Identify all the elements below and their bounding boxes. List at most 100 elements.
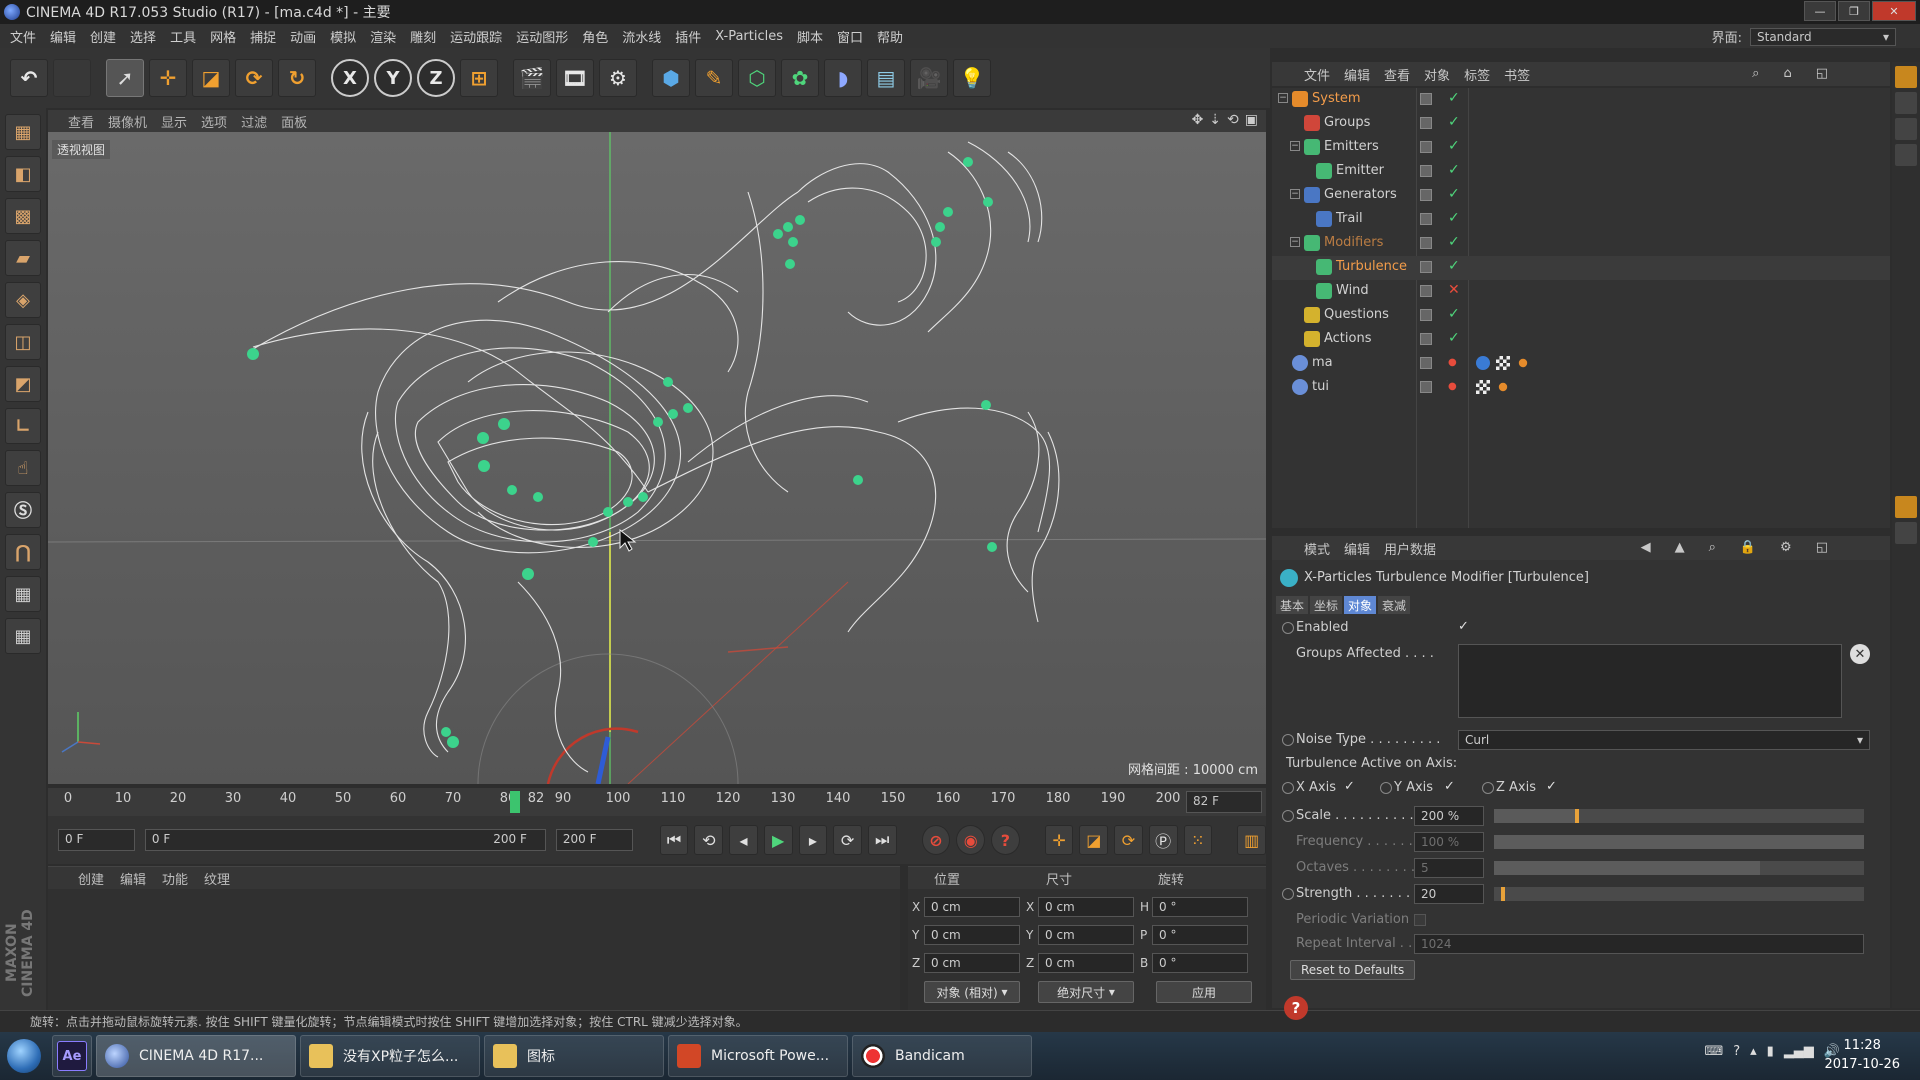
collapse-toggle[interactable]: −: [1290, 189, 1300, 199]
go-to-start-button[interactable]: ⏮: [659, 825, 689, 855]
perspective-viewport[interactable]: 透视视图 网格间距 : 10000 cm: [48, 132, 1266, 784]
toggle-views-icon[interactable]: ▣: [1245, 112, 1258, 128]
deformer-button[interactable]: ◗: [824, 59, 862, 97]
visibility-dot-icon[interactable]: ●: [1448, 357, 1457, 368]
model-mode-button[interactable]: ◧: [5, 156, 41, 192]
cloner-button[interactable]: ✿: [781, 59, 819, 97]
menu-render[interactable]: 渲染: [370, 27, 396, 46]
key-parameter-button[interactable]: Ⓟ: [1148, 825, 1178, 855]
enabled-checkbox[interactable]: ✓: [1458, 619, 1469, 634]
object-row-tui[interactable]: tui ●: [1272, 376, 1890, 400]
attributes-tab[interactable]: [1895, 496, 1917, 518]
am-settings-icon[interactable]: ⚙: [1780, 540, 1792, 555]
enabled-check-icon[interactable]: ✓: [1448, 258, 1460, 274]
tab-falloff[interactable]: 衰减: [1378, 596, 1411, 614]
up-arrow-icon[interactable]: ▲: [1675, 540, 1685, 555]
end-frame-field[interactable]: 200 F: [555, 829, 633, 851]
collapse-toggle[interactable]: −: [1290, 141, 1300, 151]
material-menu-edit[interactable]: 编辑: [120, 869, 146, 888]
enabled-check-icon[interactable]: ✓: [1448, 90, 1460, 106]
layer-box[interactable]: [1420, 237, 1432, 249]
keyboard-icon[interactable]: ⌨: [1704, 1044, 1723, 1059]
autokey-button[interactable]: ◉: [956, 825, 986, 855]
zoom-view-icon[interactable]: ⇣: [1209, 112, 1221, 128]
material-menu-create[interactable]: 创建: [78, 869, 104, 888]
om-menu-tags[interactable]: 标签: [1464, 65, 1490, 84]
am-menu-mode[interactable]: 模式: [1304, 539, 1330, 558]
help-icon[interactable]: ?: [1284, 996, 1308, 1020]
repeat-interval-field[interactable]: 1024: [1414, 934, 1864, 954]
strength-slider-knob[interactable]: [1501, 887, 1506, 901]
key-scale-button[interactable]: ◪: [1079, 825, 1109, 855]
object-row-modifiers[interactable]: − Modifiers ✓: [1272, 232, 1890, 256]
objects-tab[interactable]: [1895, 66, 1917, 88]
scale-field[interactable]: 200 %: [1414, 806, 1484, 826]
om-menu-bookmarks[interactable]: 书签: [1504, 65, 1530, 84]
rotation-p-field[interactable]: 0 °: [1152, 925, 1248, 945]
collapse-toggle[interactable]: −: [1278, 93, 1288, 103]
menu-window[interactable]: 窗口: [837, 27, 863, 46]
rotate-view-icon[interactable]: ⟲: [1227, 112, 1239, 128]
lock-icon[interactable]: 🔒: [1740, 540, 1756, 555]
menu-script[interactable]: 脚本: [797, 27, 823, 46]
checker-texture-tag-icon[interactable]: [1476, 380, 1490, 394]
subdivision-button[interactable]: ⬡: [738, 59, 776, 97]
layers-tab[interactable]: [1895, 144, 1917, 166]
octaves-field[interactable]: 5: [1414, 858, 1484, 878]
select-tool-button[interactable]: ➚: [106, 59, 144, 97]
size-x-field[interactable]: 0 cm: [1038, 897, 1134, 917]
cube-button[interactable]: ⬢: [652, 59, 690, 97]
object-row-emitters[interactable]: − Emitters ✓: [1272, 136, 1890, 160]
recent-tool-button[interactable]: ↻: [278, 59, 316, 97]
grid-settings-button[interactable]: ▦: [5, 618, 41, 654]
go-to-next-key-button[interactable]: ⟳: [833, 825, 862, 855]
menu-animate[interactable]: 动画: [290, 27, 316, 46]
render-view-button[interactable]: 🎬: [513, 59, 551, 97]
taskbar-folder-icons[interactable]: 图标: [484, 1035, 664, 1077]
edges-mode-button[interactable]: ◫: [5, 324, 41, 360]
object-row-system[interactable]: − System ✓: [1272, 88, 1890, 112]
menu-edit[interactable]: 编辑: [50, 27, 76, 46]
octaves-slider[interactable]: [1494, 861, 1864, 875]
enabled-check-icon[interactable]: ✓: [1448, 114, 1460, 130]
move-tool-button[interactable]: ✛: [149, 59, 187, 97]
phong-tag-icon[interactable]: [1498, 382, 1508, 392]
position-z-field[interactable]: 0 cm: [924, 953, 1020, 973]
network-icon[interactable]: ▮: [1767, 1044, 1774, 1059]
layer-box[interactable]: [1420, 309, 1432, 321]
object-row-wind[interactable]: Wind ✕: [1272, 280, 1890, 304]
tweak-mode-button[interactable]: ☝: [5, 450, 41, 486]
enabled-check-icon[interactable]: ✓: [1448, 330, 1460, 346]
disabled-cross-icon[interactable]: ✕: [1448, 282, 1460, 298]
taskbar-folder-xp[interactable]: 没有XP粒子怎么...: [300, 1035, 480, 1077]
z-axis-anim-dot[interactable]: [1482, 782, 1494, 794]
scale-slider[interactable]: [1494, 809, 1864, 823]
menu-plugins[interactable]: 插件: [675, 27, 701, 46]
timeline-window-button[interactable]: ▥: [1237, 825, 1266, 855]
position-y-field[interactable]: 0 cm: [924, 925, 1020, 945]
go-to-end-button[interactable]: ⏭: [867, 825, 897, 855]
menu-mograph[interactable]: 运动图形: [516, 27, 568, 46]
material-tag-icon[interactable]: [1476, 356, 1490, 370]
undo-button[interactable]: ↶: [10, 59, 48, 97]
am-new-window-icon[interactable]: ◱: [1816, 540, 1828, 555]
polygons-mode-button[interactable]: ◩: [5, 366, 41, 402]
object-row-turbulence[interactable]: Turbulence ✓: [1272, 256, 1890, 280]
object-row-questions[interactable]: Questions ✓: [1272, 304, 1890, 328]
z-axis-checkbox[interactable]: ✓: [1546, 779, 1557, 794]
rotate-tool-button[interactable]: ⟳: [235, 59, 273, 97]
signal-icon[interactable]: ▂▄▆: [1784, 1044, 1814, 1059]
grid-lock-button[interactable]: ▦: [5, 576, 41, 612]
menu-mesh[interactable]: 网格: [210, 27, 236, 46]
x-axis-button[interactable]: X: [331, 59, 369, 97]
material-menu-function[interactable]: 功能: [162, 869, 188, 888]
redo-button[interactable]: [53, 59, 91, 97]
enabled-check-icon[interactable]: ✓: [1448, 138, 1460, 154]
layer-box[interactable]: [1420, 333, 1432, 345]
y-axis-checkbox[interactable]: ✓: [1444, 779, 1455, 794]
object-row-emitter[interactable]: Emitter ✓: [1272, 160, 1890, 184]
enabled-check-icon[interactable]: ✓: [1448, 186, 1460, 202]
structure-tab[interactable]: [1895, 118, 1917, 140]
layer-box[interactable]: [1420, 165, 1432, 177]
visibility-dot-icon[interactable]: ●: [1448, 381, 1457, 392]
